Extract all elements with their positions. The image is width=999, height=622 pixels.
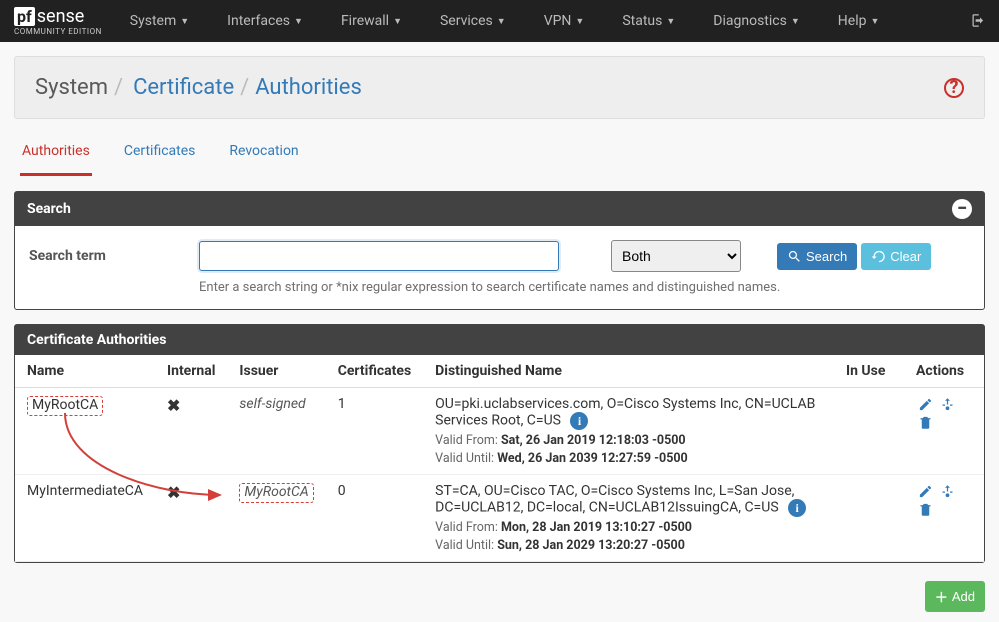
nav-help[interactable]: Help▼ bbox=[828, 13, 890, 29]
check-icon: ✖ bbox=[167, 483, 180, 502]
plus-icon: ＋ bbox=[935, 587, 948, 606]
cert-count: 0 bbox=[326, 475, 423, 562]
nav-vpn[interactable]: VPN▼ bbox=[534, 13, 595, 29]
nav-status[interactable]: Status▼ bbox=[612, 13, 685, 29]
check-icon: ✖ bbox=[167, 396, 180, 415]
add-button[interactable]: ＋ Add bbox=[925, 581, 985, 612]
search-scope-select[interactable]: Both bbox=[611, 240, 741, 272]
ca-name: MyIntermediateCA bbox=[15, 475, 155, 562]
delete-icon[interactable] bbox=[918, 414, 933, 432]
edit-icon[interactable] bbox=[918, 483, 933, 501]
issuer: MyRootCA bbox=[239, 483, 313, 503]
chevron-down-icon: ▼ bbox=[180, 16, 189, 27]
table-row: MyIntermediateCA ✖ MyRootCA 0 ST=CA, OU=… bbox=[15, 475, 984, 562]
nav-interfaces[interactable]: Interfaces▼ bbox=[217, 13, 313, 29]
help-icon[interactable]: ? bbox=[944, 78, 964, 98]
breadcrumb-root: System bbox=[35, 75, 108, 100]
export-icon[interactable] bbox=[940, 396, 955, 414]
chevron-down-icon: ▼ bbox=[294, 16, 303, 27]
nav-system[interactable]: System▼ bbox=[120, 13, 199, 29]
issuer: self-signed bbox=[239, 396, 305, 412]
chevron-down-icon: ▼ bbox=[791, 16, 800, 27]
chevron-down-icon: ▼ bbox=[870, 16, 879, 27]
ca-table: Name Internal Issuer Certificates Distin… bbox=[15, 355, 984, 562]
nav-diagnostics[interactable]: Diagnostics▼ bbox=[703, 13, 809, 29]
tab-authorities[interactable]: Authorities bbox=[20, 135, 92, 176]
clear-button[interactable]: Clear bbox=[861, 243, 931, 270]
logout-icon[interactable] bbox=[970, 11, 985, 31]
search-hint: Enter a search string or *nix regular ex… bbox=[199, 280, 970, 295]
brand-sub: COMMUNITY EDITION bbox=[14, 27, 102, 36]
nav-firewall[interactable]: Firewall▼ bbox=[331, 13, 412, 29]
nav-menu: System▼ Interfaces▼ Firewall▼ Services▼ … bbox=[120, 13, 970, 29]
search-input[interactable] bbox=[199, 241, 559, 271]
cert-count: 1 bbox=[326, 388, 423, 475]
footer-actions: ＋ Add bbox=[14, 577, 985, 622]
search-term-label: Search term bbox=[29, 248, 189, 264]
col-actions: Actions bbox=[904, 355, 984, 388]
tabs: Authorities Certificates Revocation bbox=[14, 135, 985, 177]
col-dn: Distinguished Name bbox=[423, 355, 834, 388]
chevron-down-icon: ▼ bbox=[575, 16, 584, 27]
brand-logo: pf sense COMMUNITY EDITION bbox=[14, 6, 102, 36]
dn-text: ST=CA, OU=Cisco TAC, O=Cisco Systems Inc… bbox=[435, 483, 794, 516]
info-icon[interactable]: i bbox=[788, 499, 806, 517]
ca-panel: Certificate Authorities Name Internal Is… bbox=[14, 324, 985, 563]
chevron-down-icon: ▼ bbox=[666, 16, 675, 27]
search-panel: Search − Search term Both Search Clear bbox=[14, 191, 985, 310]
top-navbar: pf sense COMMUNITY EDITION System▼ Inter… bbox=[0, 0, 999, 42]
search-button[interactable]: Search bbox=[777, 243, 857, 270]
dn-text: OU=pki.uclabservices.com, O=Cisco System… bbox=[435, 396, 815, 429]
collapse-icon[interactable]: − bbox=[952, 199, 972, 219]
breadcrumb-authorities[interactable]: Authorities bbox=[249, 75, 368, 100]
info-icon[interactable]: i bbox=[570, 412, 588, 430]
nav-services[interactable]: Services▼ bbox=[430, 13, 516, 29]
breadcrumb-certificate[interactable]: Certificate bbox=[127, 75, 240, 100]
chevron-down-icon: ▼ bbox=[393, 16, 402, 27]
breadcrumb: System / Certificate / Authorities ? bbox=[14, 56, 985, 119]
table-row: MyRootCA ✖ self-signed 1 OU=pki.uclabser… bbox=[15, 388, 984, 475]
edit-icon[interactable] bbox=[918, 396, 933, 414]
brand-sense: sense bbox=[37, 6, 85, 27]
col-internal: Internal bbox=[155, 355, 227, 388]
chevron-down-icon: ▼ bbox=[497, 16, 506, 27]
tab-certificates[interactable]: Certificates bbox=[122, 135, 198, 176]
tab-revocation[interactable]: Revocation bbox=[227, 135, 300, 176]
search-heading: Search − bbox=[15, 192, 984, 226]
export-icon[interactable] bbox=[940, 483, 955, 501]
col-issuer: Issuer bbox=[227, 355, 325, 388]
brand-pf: pf bbox=[14, 7, 35, 26]
ca-heading: Certificate Authorities bbox=[15, 325, 984, 355]
col-certificates: Certificates bbox=[326, 355, 423, 388]
col-name: Name bbox=[15, 355, 155, 388]
delete-icon[interactable] bbox=[918, 501, 933, 519]
ca-name: MyRootCA bbox=[27, 396, 103, 416]
col-inuse: In Use bbox=[834, 355, 904, 388]
